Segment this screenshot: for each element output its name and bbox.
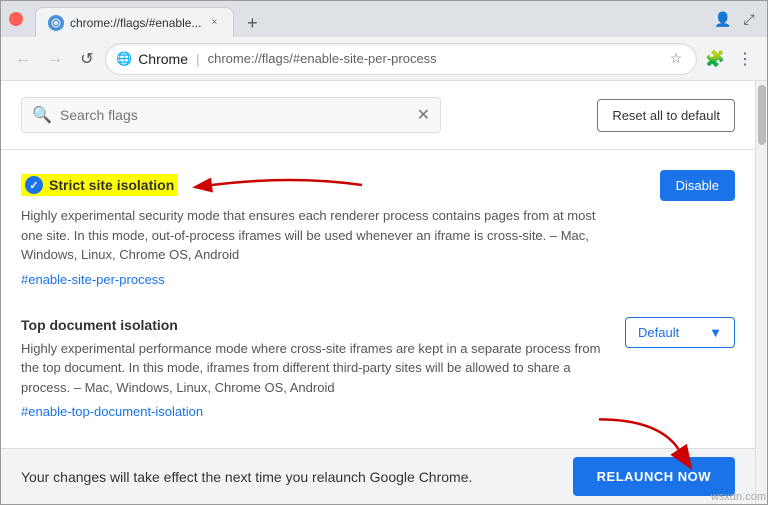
flag-text-2: Top document isolation Highly experiment…	[21, 317, 609, 422]
tab-bar: chrome://flags/#enable... × +	[27, 1, 709, 37]
user-icon[interactable]: 👤	[713, 9, 733, 29]
search-icon: 🔍	[32, 105, 52, 125]
main-content: 🔍 ✕ Reset all to default	[1, 81, 755, 448]
flag-link-2[interactable]: #enable-top-document-isolation	[21, 404, 203, 419]
nav-right-buttons: 🧩 ⋮	[701, 45, 759, 73]
flag-check-icon: ✓	[25, 176, 43, 194]
select-arrow-icon: ▼	[709, 325, 722, 340]
search-box[interactable]: 🔍 ✕	[21, 97, 441, 133]
bottom-bar: Your changes will take effect the next t…	[1, 448, 755, 504]
flag-control-1: Disable	[660, 170, 735, 201]
tab-label: chrome://flags/#enable...	[70, 16, 201, 30]
flags-list: ✓ Strict site isolation	[1, 150, 755, 448]
bookmark-icon[interactable]: ☆	[666, 49, 686, 69]
tab-close-button[interactable]: ×	[207, 16, 221, 30]
maximize-icon[interactable]: ⤢	[739, 9, 759, 29]
default-select[interactable]: Default ▼	[625, 317, 735, 348]
reset-all-button[interactable]: Reset all to default	[597, 99, 735, 132]
address-divider: |	[196, 51, 200, 67]
flag-title-2: Top document isolation	[21, 317, 609, 333]
address-path[interactable]: chrome://flags/#enable-site-per-process	[208, 51, 437, 66]
flag-desc-1: Highly experimental security mode that e…	[21, 206, 601, 265]
flag-row-1: ✓ Strict site isolation	[21, 170, 735, 289]
annotation-arrow-1	[192, 170, 372, 200]
active-tab[interactable]: chrome://flags/#enable... ×	[35, 7, 234, 37]
disable-button[interactable]: Disable	[660, 170, 735, 201]
content-wrapper: 🔍 ✕ Reset all to default	[1, 81, 755, 504]
select-label: Default	[638, 325, 679, 340]
address-bar[interactable]: 🌐 Chrome | chrome://flags/#enable-site-p…	[105, 43, 697, 75]
title-bar: chrome://flags/#enable... × + 👤 ⤢	[1, 1, 767, 37]
search-input[interactable]	[60, 107, 409, 123]
new-tab-button[interactable]: +	[238, 9, 266, 37]
close-window-button[interactable]	[9, 12, 23, 26]
bottom-message: Your changes will take effect the next t…	[21, 469, 472, 485]
flag-desc-2: Highly experimental performance mode whe…	[21, 339, 601, 398]
address-bar-right: ☆	[666, 49, 686, 69]
back-button[interactable]: ←	[9, 45, 37, 73]
extensions-button[interactable]: 🧩	[701, 45, 729, 73]
flag-title-row-1: ✓ Strict site isolation	[21, 170, 644, 200]
content-area: 🔍 ✕ Reset all to default	[1, 81, 767, 504]
watermark: wsxdn.com	[711, 491, 766, 503]
tab-favicon	[48, 15, 64, 31]
origin-label: Chrome	[138, 51, 188, 67]
flag-control-2: Default ▼	[625, 317, 735, 348]
secure-icon: 🌐	[116, 51, 132, 67]
flag-title-1: Strict site isolation	[49, 177, 174, 193]
refresh-button[interactable]: ↺	[73, 45, 101, 73]
window-controls	[9, 12, 23, 26]
search-clear-button[interactable]: ✕	[417, 105, 430, 125]
menu-button[interactable]: ⋮	[731, 45, 759, 73]
flag-title-highlight-1: ✓ Strict site isolation	[21, 174, 178, 196]
flag-link-1[interactable]: #enable-site-per-process	[21, 272, 165, 287]
forward-button[interactable]: →	[41, 45, 69, 73]
flag-text-1: ✓ Strict site isolation	[21, 170, 644, 289]
flag-item-strict-site-isolation: ✓ Strict site isolation	[21, 170, 735, 289]
flag-row-2: Top document isolation Highly experiment…	[21, 317, 735, 422]
title-bar-right-controls: 👤 ⤢	[713, 9, 759, 29]
scrollbar[interactable]	[755, 81, 767, 504]
flag-item-top-document-isolation: Top document isolation Highly experiment…	[21, 317, 735, 422]
scrollbar-thumb[interactable]	[758, 85, 766, 145]
navigation-bar: ← → ↺ 🌐 Chrome | chrome://flags/#enable-…	[1, 37, 767, 81]
flags-header: 🔍 ✕ Reset all to default	[1, 81, 755, 150]
browser-window: chrome://flags/#enable... × + 👤 ⤢ ← → ↺ …	[0, 0, 768, 505]
